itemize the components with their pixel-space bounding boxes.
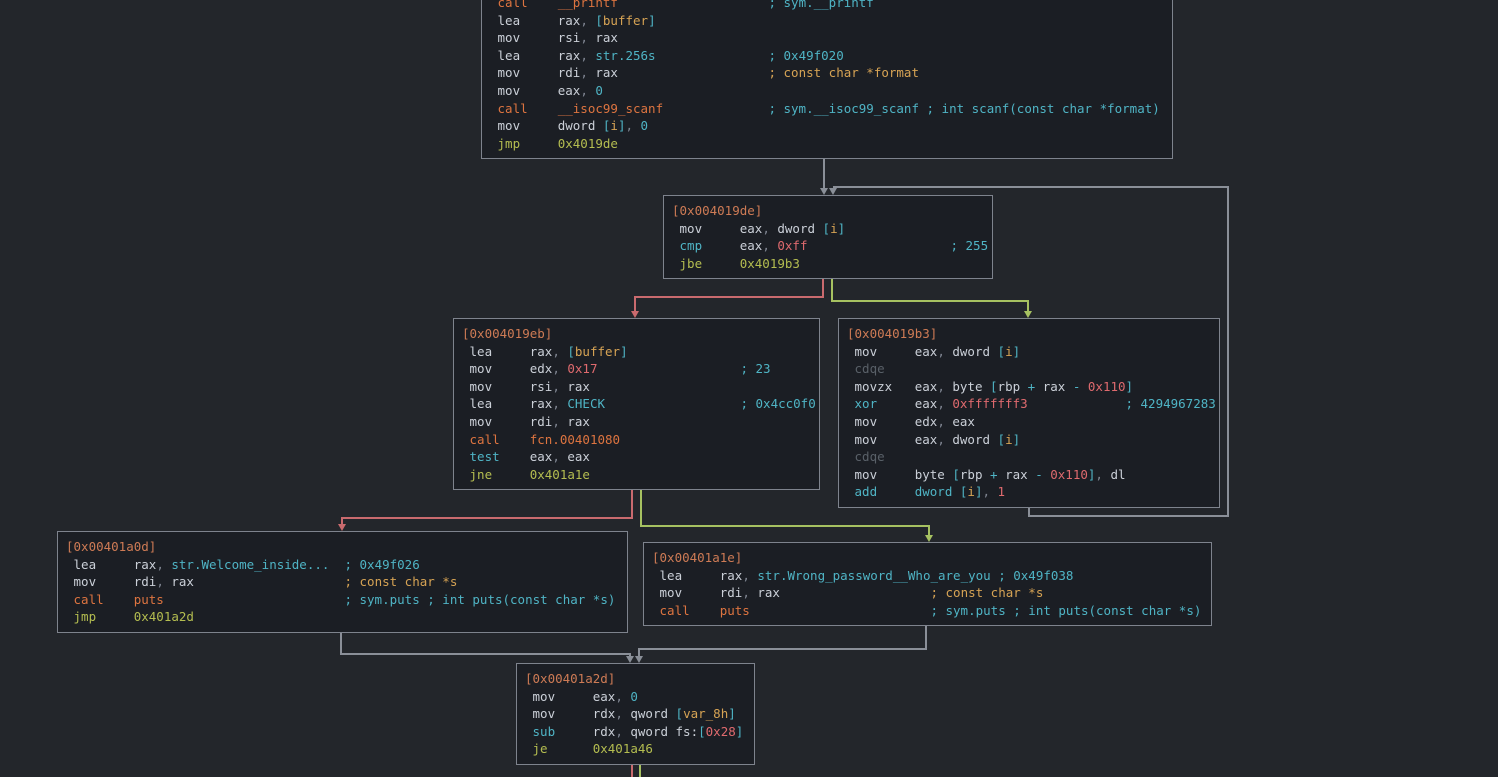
block-address-label: [0x00401a2d]	[525, 670, 746, 688]
asm-line: mov rdi, rax ; const char *s	[66, 573, 619, 591]
block-address-label: [0x00401a0d]	[66, 538, 619, 556]
block-address-label: [0x00401a1e]	[652, 549, 1203, 567]
asm-line: call fcn.00401080	[462, 431, 811, 449]
asm-line: lea rax, str.256s ; 0x49f020	[490, 47, 1164, 65]
asm-line: mov rdi, rax ; const char *format	[490, 64, 1164, 82]
basic-block-0x004019eb[interactable]: [0x004019eb] lea rax, [buffer] mov edx, …	[453, 318, 820, 490]
asm-line: mov byte [rbp + rax - 0x110], dl	[847, 466, 1211, 484]
edge-0x004019b3-loop-to-0x004019de-segment	[1028, 515, 1229, 517]
edge-0x00401a2d-true-down-segment	[639, 765, 641, 777]
edge-0x004019b3-loop-to-0x004019de-arrow	[829, 188, 837, 195]
asm-line: mov rdx, qword [var_8h]	[525, 705, 746, 723]
block-address-label: [0x004019de]	[672, 202, 984, 220]
edge-entry-to-0x004019de-segment	[823, 159, 825, 189]
asm-line: mov edx, eax	[847, 413, 1211, 431]
asm-line: lea rax, CHECK ; 0x4cc0f0	[462, 395, 811, 413]
asm-line: cdqe	[847, 360, 1211, 378]
edge-0x004019de-true-to-0x004019b3-segment	[831, 300, 1029, 302]
asm-line: mov eax, 0	[525, 688, 746, 706]
edge-0x00401a0d-to-0x00401a2d-segment	[340, 653, 631, 655]
asm-line: jbe 0x4019b3	[672, 255, 984, 273]
asm-line: mov edx, 0x17 ; 23	[462, 360, 811, 378]
asm-line: mov rsi, rax	[462, 378, 811, 396]
asm-line: lea rax, [buffer]	[490, 12, 1164, 30]
block-address-label: [0x004019b3]	[847, 325, 1211, 343]
asm-line: call puts ; sym.puts ; int puts(const ch…	[652, 602, 1203, 620]
graph-canvas[interactable]: call __printf ; sym.__printf lea rax, [b…	[0, 0, 1498, 777]
edge-0x00401a1e-to-0x00401a2d-segment	[638, 648, 927, 650]
asm-line: movzx eax, byte [rbp + rax - 0x110]	[847, 378, 1211, 396]
edge-0x004019de-false-to-0x004019eb-segment	[634, 296, 636, 312]
basic-block-0x004019b3[interactable]: [0x004019b3] mov eax, dword [i] cdqe mov…	[838, 318, 1220, 508]
basic-block-0x00401a0d[interactable]: [0x00401a0d] lea rax, str.Welcome_inside…	[57, 531, 628, 633]
asm-line: lea rax, str.Welcome_inside... ; 0x49f02…	[66, 556, 619, 574]
asm-line: call __printf ; sym.__printf	[490, 0, 1164, 12]
basic-block-0x00401a2d[interactable]: [0x00401a2d] mov eax, 0 mov rdx, qword […	[516, 663, 755, 765]
edge-0x004019eb-true-to-0x00401a1e-segment	[640, 525, 930, 527]
asm-line: mov eax, 0	[490, 82, 1164, 100]
edge-0x004019b3-loop-to-0x004019de-segment	[1227, 186, 1229, 517]
edge-0x00401a0d-to-0x00401a2d-segment	[340, 633, 342, 655]
asm-line: mov eax, dword [i]	[672, 220, 984, 238]
asm-line: cdqe	[847, 448, 1211, 466]
edge-0x00401a1e-to-0x00401a2d-segment	[925, 626, 927, 650]
asm-line: jne 0x401a1e	[462, 466, 811, 484]
asm-line: call puts ; sym.puts ; int puts(const ch…	[66, 591, 619, 609]
asm-line: je 0x401a46	[525, 740, 746, 758]
asm-line: mov rdi, rax ; const char *s	[652, 584, 1203, 602]
edge-0x004019de-false-to-0x004019eb-arrow	[631, 311, 639, 318]
asm-line: call __isoc99_scanf ; sym.__isoc99_scanf…	[490, 100, 1164, 118]
asm-line: sub rdx, qword fs:[0x28]	[525, 723, 746, 741]
edge-0x00401a0d-to-0x00401a2d-arrow	[626, 656, 634, 663]
block-address-label: [0x004019eb]	[462, 325, 811, 343]
asm-line: mov eax, dword [i]	[847, 343, 1211, 361]
asm-line: mov eax, dword [i]	[847, 431, 1211, 449]
edge-0x004019eb-false-to-0x00401a0d-segment	[631, 490, 633, 519]
asm-line: add dword [i], 1	[847, 483, 1211, 501]
basic-block-0x00401a1e[interactable]: [0x00401a1e] lea rax, str.Wrong_password…	[643, 542, 1212, 626]
edge-0x004019b3-loop-to-0x004019de-segment	[833, 186, 1229, 188]
asm-line: lea rax, [buffer]	[462, 343, 811, 361]
asm-line: mov dword [i], 0	[490, 117, 1164, 135]
edge-0x004019eb-true-to-0x00401a1e-arrow	[925, 535, 933, 542]
basic-block-entry[interactable]: call __printf ; sym.__printf lea rax, [b…	[481, 0, 1173, 159]
asm-line: jmp 0x4019de	[490, 135, 1164, 153]
asm-line: jmp 0x401a2d	[66, 608, 619, 626]
asm-line: lea rax, str.Wrong_password__Who_are_you…	[652, 567, 1203, 585]
edge-entry-to-0x004019de-arrow	[820, 188, 828, 195]
edge-0x004019eb-false-to-0x00401a0d-arrow	[338, 524, 346, 531]
edge-0x00401a2d-false-down-segment	[631, 765, 633, 777]
edge-0x004019eb-false-to-0x00401a0d-segment	[341, 517, 633, 519]
edge-0x00401a1e-to-0x00401a2d-arrow	[635, 656, 643, 663]
asm-line: test eax, eax	[462, 448, 811, 466]
asm-line: cmp eax, 0xff ; 255	[672, 237, 984, 255]
basic-block-0x004019de[interactable]: [0x004019de] mov eax, dword [i] cmp eax,…	[663, 195, 993, 279]
asm-line: mov rsi, rax	[490, 29, 1164, 47]
edge-0x004019de-true-to-0x004019b3-arrow	[1024, 311, 1032, 318]
asm-line: mov rdi, rax	[462, 413, 811, 431]
edge-0x004019de-false-to-0x004019eb-segment	[634, 296, 824, 298]
edge-0x004019eb-true-to-0x00401a1e-segment	[640, 490, 642, 527]
edge-0x004019de-true-to-0x004019b3-segment	[831, 279, 833, 302]
asm-line: xor eax, 0xfffffff3 ; 4294967283	[847, 395, 1211, 413]
